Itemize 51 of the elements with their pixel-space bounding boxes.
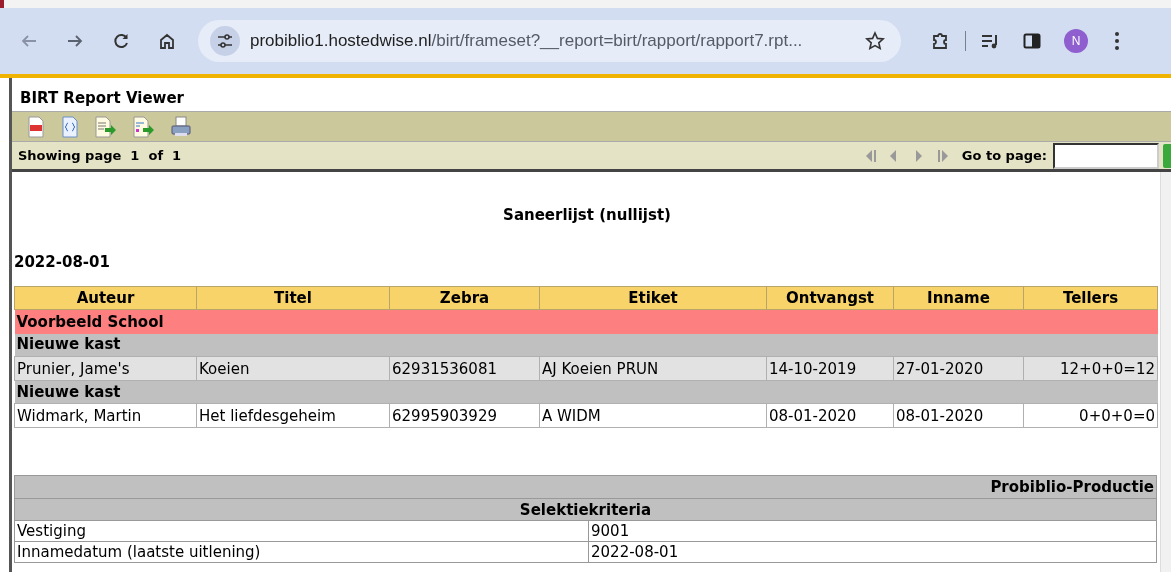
report-title: Saneerlijst (nullijst)	[503, 205, 671, 226]
table-cell: AJ Koeien PRUN	[539, 356, 767, 381]
viewer-title: BIRT Report Viewer	[20, 87, 184, 109]
export-report-icon[interactable]	[132, 115, 156, 138]
table-cell: Prunier, Jame's	[14, 356, 197, 381]
site-settings-icon[interactable]	[210, 26, 240, 56]
criteria-value: 9001	[588, 520, 1157, 542]
report-date: 2022-08-01	[14, 251, 110, 273]
window-corner	[0, 0, 4, 8]
criteria-header: Selektiekriteria	[14, 498, 1157, 521]
table-cell: Widmark, Martin	[14, 403, 197, 428]
page-number-field[interactable]	[1053, 142, 1159, 169]
column-header: Zebra	[389, 286, 540, 310]
criteria-label: Innamedatum (laatste uitlening)	[14, 541, 589, 563]
criteria-label: Vestiging	[14, 520, 589, 542]
table-cell: 0+0+0=0	[1023, 403, 1158, 428]
branch-row: Voorbeeld School	[14, 309, 1158, 334]
home-icon[interactable]	[158, 32, 176, 50]
profile-avatar[interactable]: N	[1064, 29, 1088, 53]
criteria-value: 2022-08-01	[588, 541, 1157, 563]
table-cell: 62995903929	[389, 403, 540, 428]
organization-row: Probiblio-Productie	[14, 475, 1157, 499]
star-icon[interactable]	[865, 31, 885, 51]
menu-icon[interactable]	[1114, 31, 1120, 51]
url-text: probiblio1.hostedwise.nl/birt/frameset?__report=birt/rapport/rapport7.rpt...	[250, 30, 803, 53]
column-header: Ontvangst	[766, 286, 894, 310]
table-cell: A WIDM	[539, 403, 767, 428]
table-cell: Het liefdesgeheim	[196, 403, 390, 428]
column-header: Etiket	[539, 286, 767, 310]
reload-icon[interactable]	[112, 32, 130, 50]
group-row: Nieuwe kast	[14, 380, 1158, 404]
table-cell: 12+0+0=12	[1023, 356, 1158, 381]
page-status: Showing page 1 of 1	[18, 146, 182, 165]
column-header: Tellers	[1023, 286, 1158, 310]
table-cell: 14-10-2019	[766, 356, 894, 381]
side-panel-icon[interactable]	[1022, 31, 1042, 51]
column-header: Titel	[196, 286, 390, 310]
table-cell: Koeien	[196, 356, 390, 381]
print-icon[interactable]	[170, 115, 192, 138]
table-cell: 62931536081	[389, 356, 540, 381]
group-row: Nieuwe kast	[14, 333, 1158, 357]
export-data-icon[interactable]	[94, 115, 118, 138]
column-header: Inname	[893, 286, 1024, 310]
go-to-page-label: Go to page:	[961, 146, 1047, 165]
column-header: Auteur	[14, 286, 197, 310]
table-cell: 08-01-2020	[766, 403, 894, 428]
address-bar[interactable]: probiblio1.hostedwise.nl/birt/frameset?__report=birt/rapport/rapport7.rpt...	[198, 20, 901, 62]
table-cell: 08-01-2020	[893, 403, 1024, 428]
parameter-icon[interactable]	[60, 115, 80, 138]
go-button[interactable]	[1163, 143, 1171, 168]
table-cell: 27-01-2020	[893, 356, 1024, 381]
